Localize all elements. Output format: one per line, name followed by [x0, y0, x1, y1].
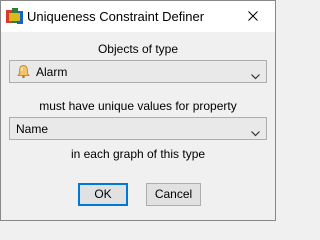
cancel-button[interactable]: Cancel	[146, 183, 201, 206]
alarm-bell-icon	[16, 64, 31, 79]
object-type-value: Alarm	[36, 65, 68, 79]
property-dropdown[interactable]: Name	[9, 117, 267, 140]
objects-of-type-label: Objects of type	[97, 42, 179, 56]
property-value: Name	[16, 122, 49, 136]
window-title: Uniqueness Constraint Definer	[27, 9, 205, 24]
close-button[interactable]	[231, 1, 275, 32]
graph-scope-label: in each graph of this type	[70, 147, 206, 161]
unique-property-label: must have unique values for property	[39, 99, 237, 113]
dialog-window: Uniqueness Constraint Definer Objects of…	[0, 0, 276, 221]
ok-button[interactable]: OK	[78, 183, 128, 206]
object-type-dropdown[interactable]: Alarm	[9, 60, 267, 83]
chevron-down-icon	[251, 69, 260, 80]
title-bar: Uniqueness Constraint Definer	[1, 1, 275, 32]
chevron-down-icon	[251, 126, 260, 137]
close-icon	[248, 10, 258, 24]
app-icon	[6, 8, 23, 25]
